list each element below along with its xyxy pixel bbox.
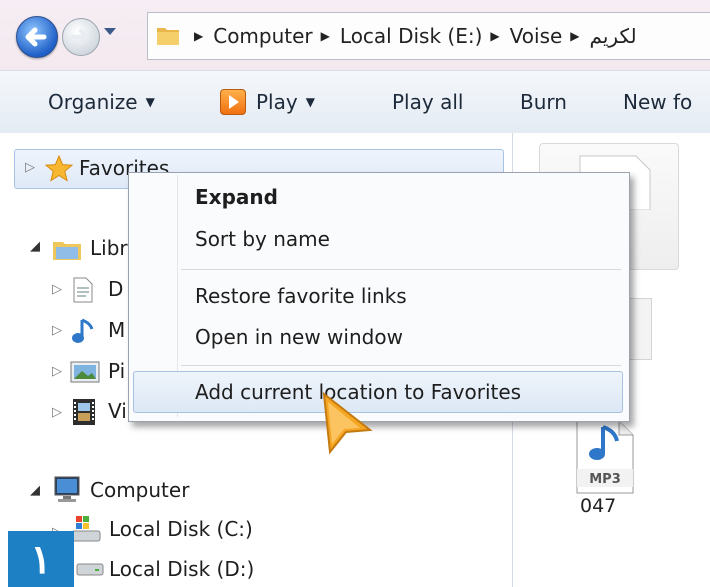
- organize-button[interactable]: Organize ▼: [48, 71, 155, 133]
- new-folder-label: New fo: [623, 90, 693, 114]
- local-disk-d-label[interactable]: Local Disk (D:): [109, 557, 254, 581]
- address-bar: ▶ Computer ▶ Local Disk (E:) ▶ Voise ▶ ل…: [0, 0, 710, 70]
- expand-arrow-icon[interactable]: ▷: [52, 282, 62, 297]
- play-icon: [220, 89, 246, 115]
- menu-separator: [181, 365, 621, 366]
- breadcrumb-separator-icon: ▶: [194, 29, 204, 43]
- context-menu: Expand Sort by name Restore favorite lin…: [128, 172, 630, 422]
- play-label: Play: [256, 90, 298, 114]
- menu-separator: [181, 269, 621, 270]
- play-all-label: Play all: [392, 90, 464, 114]
- play-all-button[interactable]: Play all: [392, 71, 463, 133]
- step-number-badge: ١: [8, 531, 74, 587]
- history-dropdown-icon[interactable]: [102, 26, 118, 38]
- forward-button[interactable]: [62, 18, 100, 56]
- windows-drive-icon: [71, 516, 101, 542]
- file-name-label[interactable]: 047: [580, 495, 616, 517]
- music-label[interactable]: M: [108, 318, 125, 342]
- expand-arrow-icon[interactable]: ▷: [52, 405, 62, 420]
- pictures-icon: [70, 361, 100, 383]
- mp3-file-icon[interactable]: MP3: [575, 419, 635, 495]
- star-icon: [45, 155, 73, 182]
- breadcrumb-separator-icon: ▶: [320, 29, 330, 43]
- breadcrumb-arabic-folder[interactable]: لكريم: [590, 24, 637, 48]
- breadcrumb-voise[interactable]: Voise: [510, 24, 563, 48]
- menu-item-expand[interactable]: Expand: [195, 185, 278, 209]
- breadcrumb-computer[interactable]: Computer: [213, 24, 312, 48]
- libraries-label[interactable]: Libr: [90, 236, 128, 260]
- videos-label[interactable]: Vi: [108, 399, 127, 423]
- expand-arrow-icon[interactable]: ▷: [52, 364, 62, 379]
- computer-icon: [54, 476, 80, 502]
- menu-item-open-in-new-window[interactable]: Open in new window: [195, 325, 403, 349]
- breadcrumb-separator-icon: ▶: [490, 29, 500, 43]
- expand-arrow-icon[interactable]: ▷: [25, 160, 35, 175]
- collapse-arrow-icon[interactable]: ◢: [30, 483, 40, 498]
- local-disk-c-label[interactable]: Local Disk (C:): [109, 517, 253, 541]
- new-folder-button[interactable]: New fo: [623, 71, 692, 133]
- documents-label[interactable]: D: [108, 277, 123, 301]
- computer-label[interactable]: Computer: [90, 478, 189, 502]
- breadcrumb-separator-icon: ▶: [570, 29, 580, 43]
- burn-button[interactable]: Burn: [520, 71, 567, 133]
- burn-label: Burn: [520, 90, 567, 114]
- pictures-label[interactable]: Pi: [108, 359, 125, 383]
- breadcrumb-local-disk-e[interactable]: Local Disk (E:): [340, 24, 483, 48]
- mp3-badge: MP3: [589, 472, 621, 487]
- forward-arrow-icon: [71, 29, 89, 45]
- organize-label: Organize: [48, 90, 138, 114]
- folder-icon: [157, 28, 179, 45]
- expand-arrow-icon[interactable]: ▷: [52, 323, 62, 338]
- collapse-arrow-icon[interactable]: ◢: [30, 239, 40, 254]
- libraries-icon: [53, 242, 81, 260]
- drive-icon: [76, 563, 104, 576]
- breadcrumb[interactable]: ▶ Computer ▶ Local Disk (E:) ▶ Voise ▶ ل…: [147, 12, 710, 60]
- menu-item-restore-favorite-links[interactable]: Restore favorite links: [195, 284, 407, 308]
- back-button[interactable]: [16, 16, 58, 58]
- videos-icon: [73, 399, 95, 425]
- mouse-pointer-icon: [322, 391, 373, 455]
- chevron-down-icon: ▼: [305, 95, 315, 109]
- music-note-icon: [72, 318, 94, 343]
- play-button[interactable]: Play ▼: [220, 71, 315, 133]
- chevron-down-icon: ▼: [145, 95, 155, 109]
- menu-item-sort-by-name[interactable]: Sort by name: [195, 227, 330, 251]
- document-icon: [73, 277, 93, 303]
- command-toolbar: Organize ▼ Play ▼ Play all Burn New fo: [0, 70, 710, 134]
- back-arrow-icon: [25, 27, 47, 47]
